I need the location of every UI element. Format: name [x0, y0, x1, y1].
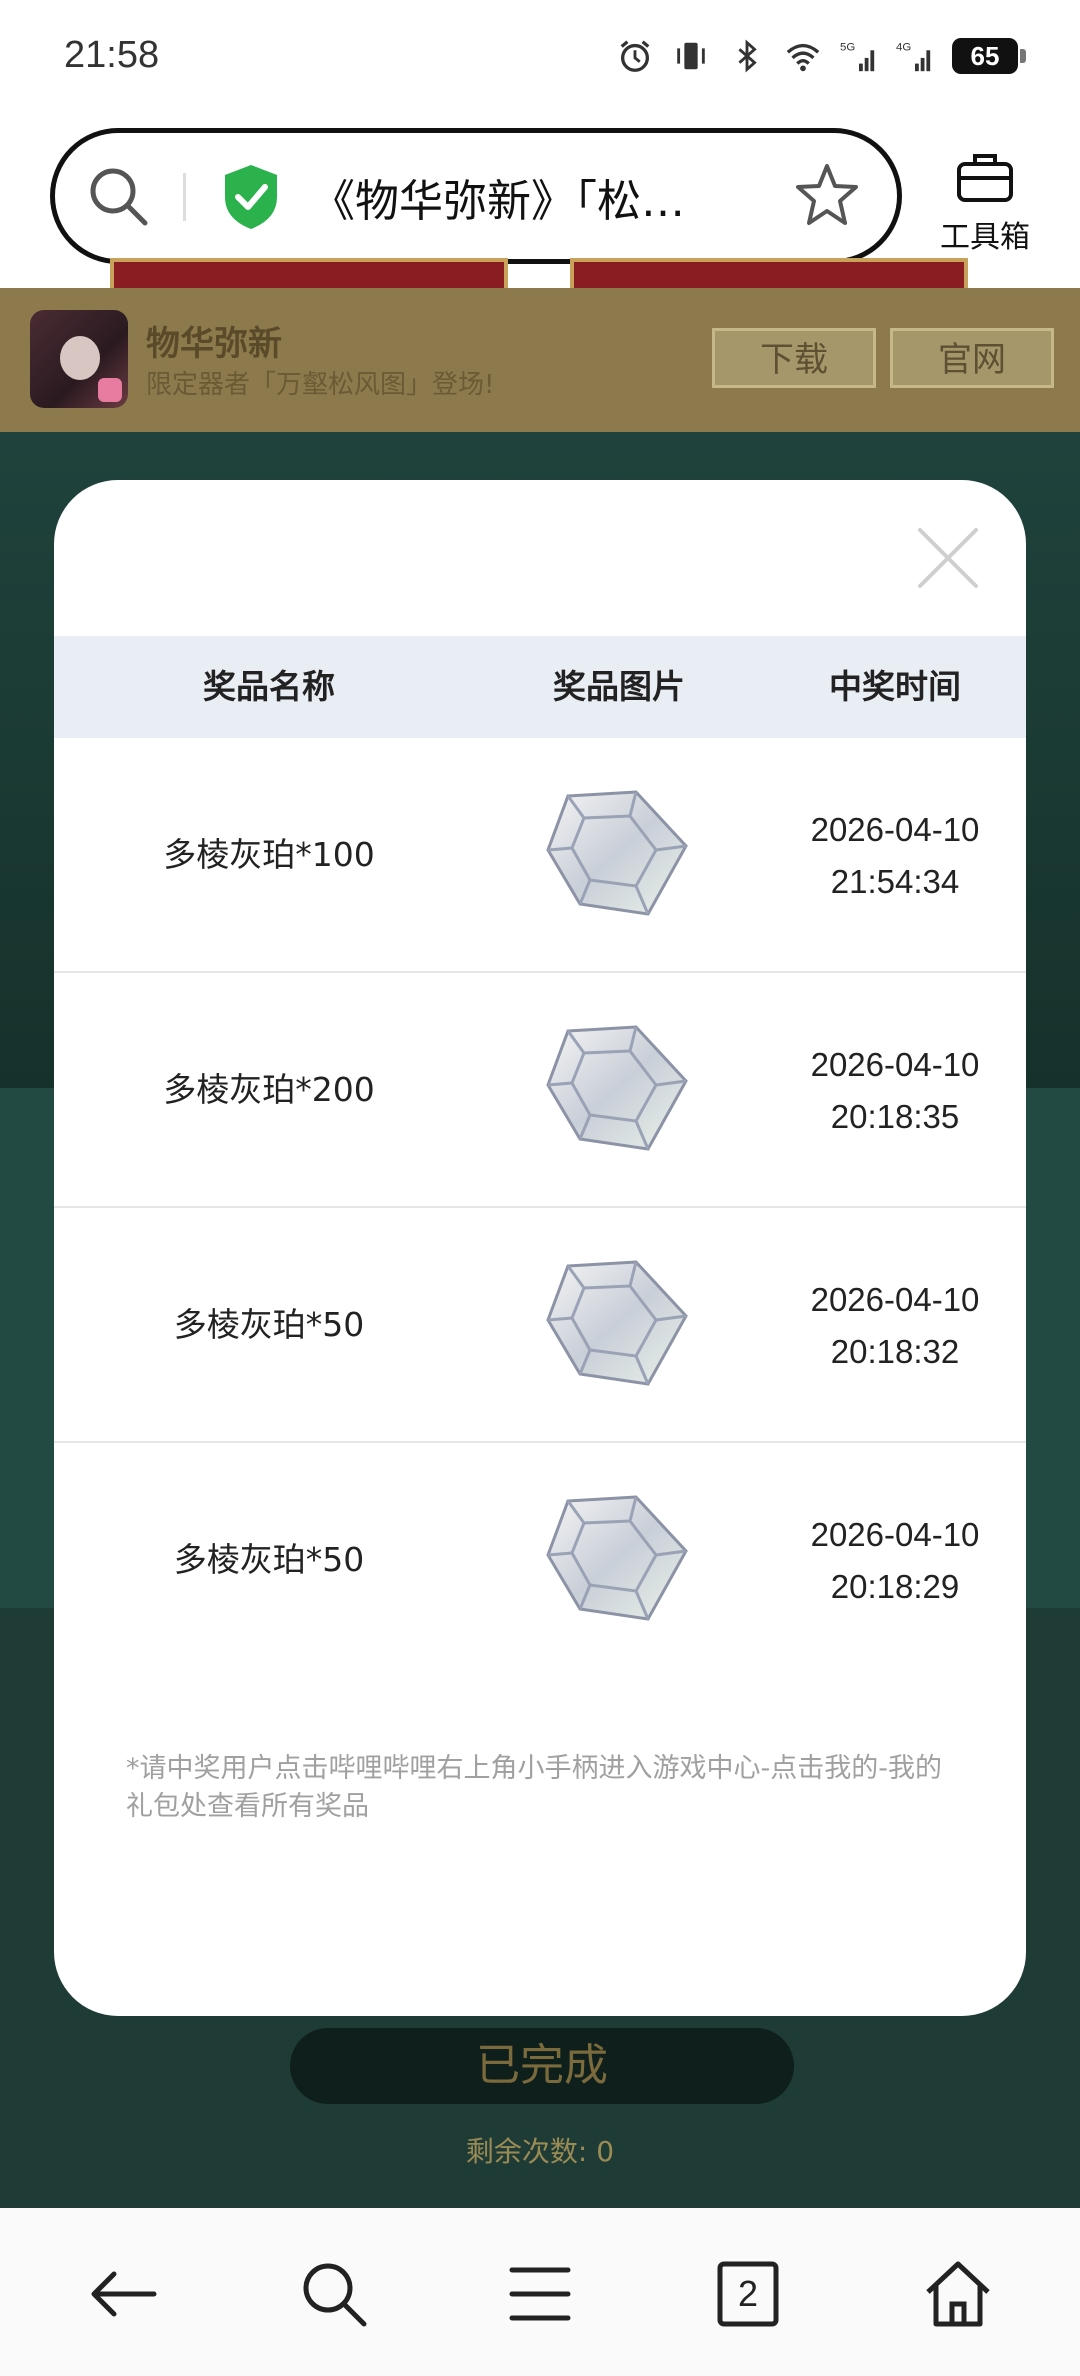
menu-icon: [509, 2267, 571, 2321]
win-time: 2026-04-10 21:54:34: [764, 804, 1026, 908]
prize-name: 多棱灰珀*200: [163, 1070, 375, 1109]
menu-button[interactable]: [500, 2254, 580, 2334]
remaining-label: 剩余次数:: [465, 2135, 588, 2168]
search-icon: [303, 2263, 367, 2327]
app-avatar: [30, 310, 128, 408]
prize-name: 多棱灰珀*50: [173, 1540, 365, 1579]
win-clock: 20:18:32: [830, 1333, 960, 1370]
wifi-icon: [786, 43, 820, 72]
done-button: 已完成: [290, 2028, 794, 2104]
win-date: 2026-04-10: [810, 1516, 980, 1553]
back-arrow-icon: [91, 2271, 157, 2317]
header-win-time: 中奖时间: [829, 667, 961, 706]
signal-4g-icon: 4G: [896, 41, 931, 72]
gem-icon: [546, 1260, 688, 1386]
url-text[interactable]: 《物华弥新》「松…: [311, 165, 811, 229]
svg-text:5G: 5G: [840, 41, 855, 53]
home-icon: [926, 2261, 990, 2327]
header-prize-name: 奖品名称: [203, 667, 335, 706]
bookmark-star-icon[interactable]: [793, 161, 861, 229]
bottom-navigation: 2: [0, 2208, 1080, 2376]
svg-text:4G: 4G: [896, 41, 911, 53]
win-time: 2026-04-10 20:18:32: [764, 1274, 1026, 1378]
prize-list[interactable]: 多棱灰珀*100 2026-04-10 21:54:34 多棱灰珀*200 202…: [54, 738, 1026, 1658]
search-button[interactable]: [294, 2254, 374, 2334]
prize-name: 多棱灰珀*50: [173, 1305, 365, 1344]
close-icon[interactable]: [914, 524, 982, 592]
remaining-count: 剩余次数: 0: [0, 2130, 1080, 2170]
toolbox-label: 工具箱: [940, 220, 1030, 255]
gem-icon: [546, 1495, 688, 1621]
status-icons: 5G 4G 65: [616, 36, 1026, 76]
gem-icon: [546, 1025, 688, 1151]
security-shield-icon[interactable]: [221, 163, 281, 231]
app-banner: 物华弥新 限定器者「万壑松风图」登场! 下载 官网: [0, 288, 1080, 432]
battery-indicator: 65: [952, 38, 1026, 74]
win-clock: 21:54:34: [830, 863, 960, 900]
search-icon[interactable]: [85, 163, 151, 229]
win-date: 2026-04-10: [810, 1046, 980, 1083]
official-site-button[interactable]: 官网: [890, 328, 1054, 388]
win-time: 2026-04-10 20:18:35: [764, 1039, 1026, 1143]
bilibili-badge-icon: [98, 378, 122, 402]
toolbox-button[interactable]: 工具箱: [930, 150, 1040, 256]
prize-name: 多棱灰珀*100: [163, 835, 375, 874]
remaining-value: 0: [596, 2135, 615, 2168]
toolbox-icon: [957, 154, 1013, 202]
alarm-icon: [620, 40, 650, 72]
table-row: 多棱灰珀*50 2026-04-10 20:18:29: [54, 1443, 1026, 1658]
back-button[interactable]: [84, 2254, 164, 2334]
app-description: 限定器者「万壑松风图」登场!: [146, 370, 495, 400]
bluetooth-icon: [738, 39, 757, 73]
status-bar: 21:58 5G 4G 65: [0, 0, 1080, 116]
address-divider: [183, 173, 186, 221]
table-row: 多棱灰珀*50 2026-04-10 20:18:32: [54, 1208, 1026, 1443]
address-bar[interactable]: 《物华弥新》「松…: [50, 128, 902, 264]
prize-note: *请中奖用户点击哔哩哔哩右上角小手柄进入游戏中心-点击我的-我的礼包处查看所有奖…: [126, 1753, 942, 1822]
status-time: 21:58: [64, 34, 160, 76]
win-date: 2026-04-10: [810, 1281, 980, 1318]
win-clock: 20:18:29: [830, 1568, 960, 1605]
prize-record-modal: 奖品名称 奖品图片 中奖时间 多棱灰珀*100 2026-04-10 21:54:…: [54, 480, 1026, 2016]
table-row: 多棱灰珀*200 2026-04-10 20:18:35: [54, 973, 1026, 1208]
table-row: 多棱灰珀*100 2026-04-10 21:54:34: [54, 738, 1026, 973]
signal-5g-icon: 5G: [840, 41, 875, 72]
win-clock: 20:18:35: [830, 1098, 960, 1135]
tabs-button[interactable]: 2: [708, 2254, 788, 2334]
home-button[interactable]: [918, 2254, 998, 2334]
gem-icon: [546, 790, 688, 916]
header-prize-image: 奖品图片: [553, 667, 685, 706]
win-time: 2026-04-10 20:18:29: [764, 1509, 1026, 1613]
win-date: 2026-04-10: [810, 811, 980, 848]
app-name: 物华弥新: [146, 324, 282, 364]
vibrate-icon: [677, 42, 705, 70]
tabs-count: 2: [737, 2273, 759, 2314]
download-button[interactable]: 下载: [712, 328, 876, 388]
table-header: 奖品名称 奖品图片 中奖时间: [54, 636, 1026, 738]
